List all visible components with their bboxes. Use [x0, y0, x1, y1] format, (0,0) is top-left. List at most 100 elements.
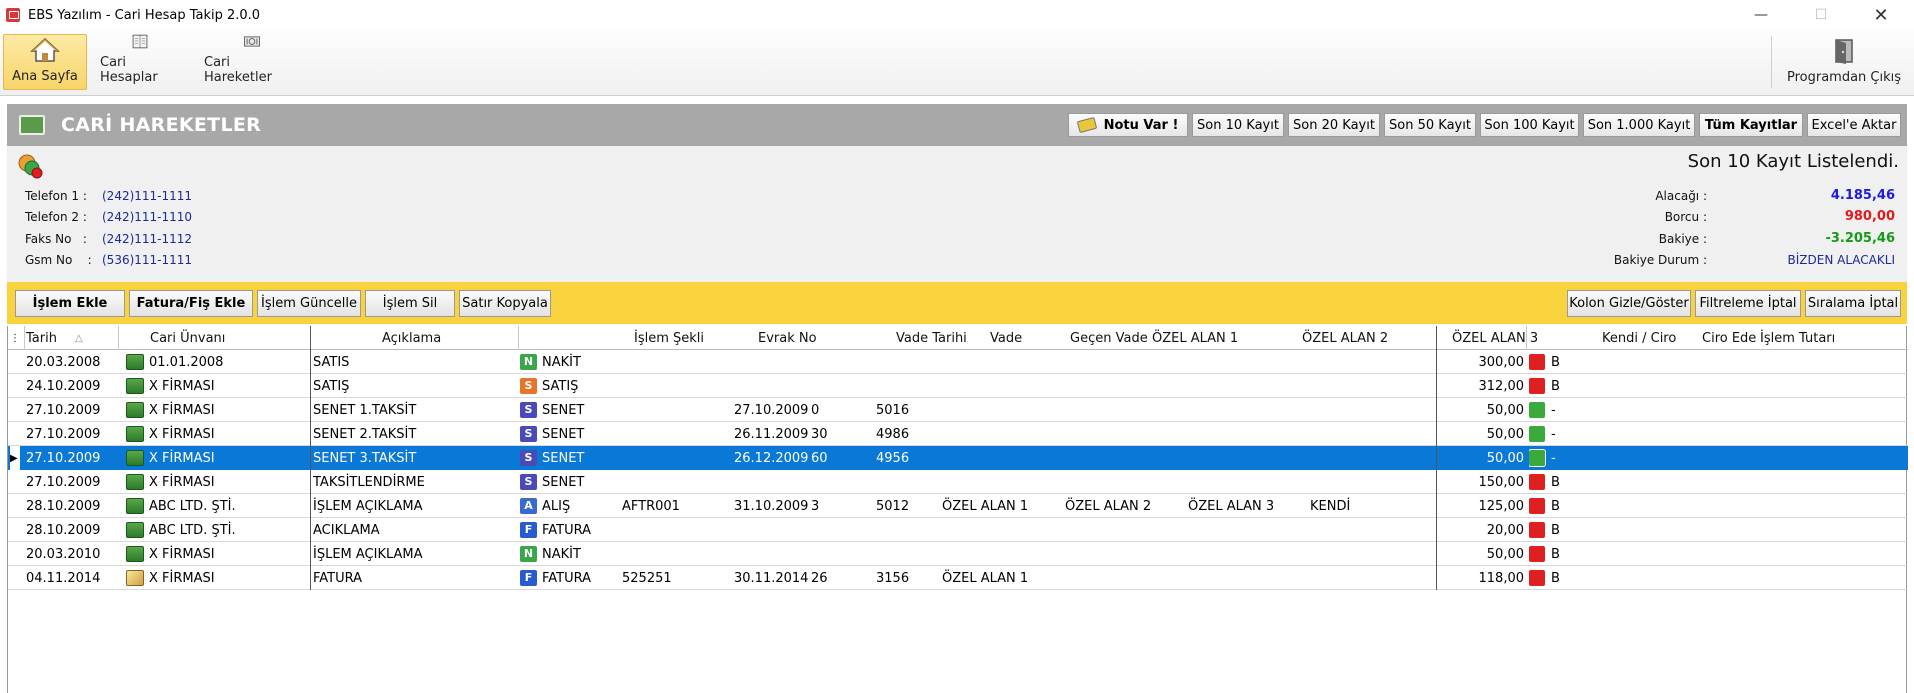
column-header-own-endorsed[interactable]: Kendi / Ciro [1602, 326, 1698, 350]
last-50-button[interactable]: Son 50 Kayıt [1384, 113, 1476, 137]
cell-party-text: ABC LTD. ŞTİ. [149, 522, 236, 538]
status-flag: - [1551, 402, 1556, 418]
update-transaction-button[interactable]: İşlem Güncelle [257, 290, 361, 317]
cell-amount: 300,00 [1478, 354, 1525, 370]
cell-date: 20.03.2008 [26, 354, 101, 370]
cell-document-no [622, 398, 722, 422]
cell-custom-field-1 [942, 374, 1062, 398]
money-icon [126, 354, 144, 370]
all-records-button[interactable]: Tüm Kayıtlar [1699, 113, 1803, 137]
cell-payment-type: F FATURA [520, 518, 620, 542]
status-indicator-icon [1529, 474, 1545, 490]
cell-payment-type-text: FATURA [542, 570, 592, 586]
table-row[interactable]: 04.11.2014 X FİRMASI FATURA F FATURA 525251 30… [8, 566, 1908, 590]
copy-row-button[interactable]: Satır Kopyala [459, 290, 551, 317]
table-row[interactable]: 20.03.2008 01.01.2008 SATIS N NAKİT 300,00 B [8, 350, 1908, 374]
close-button[interactable]: ✕ [1858, 0, 1904, 30]
table-row[interactable]: ▶ 27.10.2009 X FİRMASI SENET 3.TAKSİT S SENET… [8, 446, 1908, 470]
column-header-endorser[interactable]: Ciro Ede [1702, 326, 1756, 350]
add-transaction-button[interactable]: İşlem Ekle [15, 290, 125, 317]
column-header-elapsed-days[interactable]: Geçen Vade [1070, 326, 1148, 350]
column-chooser-icon[interactable]: ⋮ [10, 326, 20, 350]
menu-transactions-label: Cari Hareketler [204, 55, 272, 85]
phone1-value: (242)111-1111 [102, 189, 193, 203]
note-button[interactable]: Notu Var ! [1068, 113, 1188, 137]
column-header-custom-field-2[interactable]: ÖZEL ALAN 2 [1302, 326, 1448, 350]
table-row[interactable]: 27.10.2009 X FİRMASI TAKSİTLENDİRME S SENET 1… [8, 470, 1908, 494]
cell-elapsed-days: 3156 [876, 570, 910, 586]
toggle-columns-button[interactable]: Kolon Gizle/Göster [1567, 290, 1691, 317]
delete-transaction-button[interactable]: İşlem Sil [365, 290, 455, 317]
cell-payment-type: S SENET [520, 470, 620, 494]
table-row[interactable]: 24.10.2009 X FİRMASI SATIŞ S SATIŞ 312,00 B [8, 374, 1908, 398]
cell-document-no: AFTR001 [622, 498, 680, 514]
last-1000-button[interactable]: Son 1.000 Kayıt [1583, 113, 1695, 137]
gsm-label: Gsm No : [25, 253, 92, 267]
cancel-sort-button[interactable]: Sıralama İptal [1805, 290, 1901, 317]
cell-own-endorsed [1310, 350, 1390, 374]
cell-date: 27.10.2009 [26, 426, 101, 442]
status-flag: - [1551, 426, 1556, 442]
status-flag: B [1551, 522, 1560, 538]
cell-party-text: X FİRMASI [149, 546, 215, 562]
status-indicator-icon [1529, 570, 1545, 586]
cell-custom-field-1 [942, 446, 1062, 470]
column-header-party[interactable]: Cari Ünvanı [150, 326, 378, 350]
menu-transactions[interactable]: Cari Hareketler [196, 34, 308, 90]
table-row[interactable]: 28.10.2009 ABC LTD. ŞTİ. ACIKLAMA F FATURA 20… [8, 518, 1908, 542]
column-header-description[interactable]: Açıklama [382, 326, 630, 350]
cell-party-text: X FİRMASI [149, 402, 215, 418]
cell-custom-field-2 [1065, 398, 1185, 422]
cell-description: ACIKLAMA [313, 522, 380, 538]
menu-accounts[interactable]: Cari Hesaplar [92, 34, 188, 90]
column-header-due-date[interactable]: Vade Tarihi [896, 326, 986, 350]
balance-status-label: Bakiye Durum : [1613, 253, 1707, 267]
column-header-amount[interactable]: İşlem Tutarı [1760, 326, 1870, 350]
last-20-button[interactable]: Son 20 Kayıt [1288, 113, 1380, 137]
cell-amount: 20,00 [1486, 522, 1524, 538]
add-invoice-button[interactable]: Fatura/Fiş Ekle [129, 290, 253, 317]
receivable-label: Alacağı : [1655, 189, 1707, 203]
column-header-payment-type[interactable]: İşlem Şekli [634, 326, 754, 350]
cell-due-days [811, 374, 875, 398]
column-header-due-days[interactable]: Vade [990, 326, 1066, 350]
maximize-button[interactable]: ☐ [1798, 0, 1844, 30]
exit-button[interactable]: Programdan Çıkış [1778, 34, 1910, 90]
cell-custom-field-1 [942, 518, 1062, 542]
table-row[interactable]: 20.03.2010 X FİRMASI İŞLEM AÇIKLAMA N NAKİT 5… [8, 542, 1908, 566]
minimize-button[interactable]: — [1738, 0, 1784, 30]
transactions-grid[interactable]: ⋮ Tarih △ Cari Ünvanı Açıklama İşlem Şekli E… [7, 326, 1908, 693]
last-100-button[interactable]: Son 100 Kayıt [1480, 113, 1579, 137]
note-icon [1076, 116, 1097, 134]
cell-elapsed-days [876, 374, 940, 398]
cell-due-days [811, 518, 875, 542]
table-row[interactable]: 27.10.2009 X FİRMASI SENET 2.TAKSİT S SENET 2… [8, 422, 1908, 446]
table-row[interactable]: 28.10.2009 ABC LTD. ŞTİ. İŞLEM AÇIKLAMA A AL… [8, 494, 1908, 518]
column-header-date[interactable]: Tarih △ [26, 326, 96, 350]
cell-document-no [622, 470, 722, 494]
cell-endorser [1393, 518, 1433, 542]
cell-party-text: X FİRMASI [149, 378, 215, 394]
cell-custom-field-3 [1188, 374, 1308, 398]
cell-document-no [622, 446, 722, 470]
status-indicator-icon [1529, 354, 1545, 370]
cell-date: 24.10.2009 [26, 378, 101, 394]
column-header-custom-field-1[interactable]: ÖZEL ALAN 1 [1152, 326, 1298, 350]
column-header-custom-field-3[interactable]: ÖZEL ALAN 3 [1452, 326, 1598, 350]
cancel-filter-button[interactable]: Filtreleme İptal [1695, 290, 1801, 317]
export-excel-button[interactable]: Excel'e Aktar [1807, 113, 1901, 137]
cell-custom-field-2 [1065, 470, 1185, 494]
cell-amount: 150,00 [1478, 474, 1525, 490]
menu-separator [1771, 36, 1772, 88]
column-header-document-no[interactable]: Evrak No [758, 326, 892, 350]
cell-amount: 312,00 [1478, 378, 1525, 394]
menu-home[interactable]: Ana Sayfa [3, 34, 87, 90]
table-row[interactable]: 27.10.2009 X FİRMASI SENET 1.TAKSİT S SENET 2… [8, 398, 1908, 422]
last-10-button[interactable]: Son 10 Kayıt [1192, 113, 1284, 137]
cell-payment-type-text: SENET [542, 450, 585, 466]
cell-custom-field-2 [1065, 566, 1185, 590]
cell-payment-type-text: NAKİT [542, 354, 581, 370]
cell-own-endorsed: KENDİ [1310, 498, 1351, 514]
menu-accounts-label: Cari Hesaplar [100, 55, 158, 85]
status-indicator-icon [1529, 378, 1545, 394]
